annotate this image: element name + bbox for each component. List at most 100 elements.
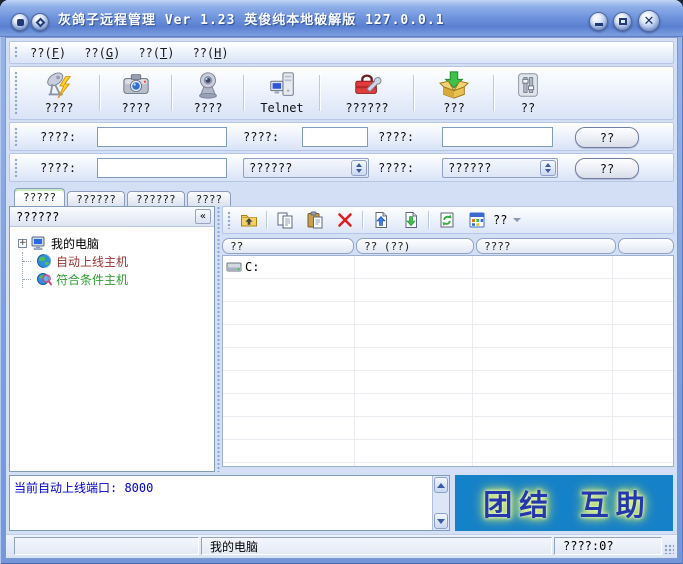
menu-help[interactable]: ??(H): [183, 44, 237, 62]
tab-other[interactable]: ????: [187, 191, 232, 206]
log-scrollbar[interactable]: [432, 476, 449, 530]
password-input[interactable]: [442, 127, 553, 147]
webcam-button[interactable]: ????: [175, 69, 241, 117]
status-panel-left: [14, 537, 199, 555]
config-server-button[interactable]: ??????: [323, 69, 411, 117]
title-bar[interactable]: 灰鸽子远程管理 Ver 1.23 英俊纯本地破解版 127.0.0.1 ✕: [0, 0, 683, 37]
tab-command[interactable]: ??????: [127, 191, 185, 206]
table-row-empty: [223, 371, 673, 394]
column-header-extra[interactable]: [618, 238, 674, 254]
field-label: ????:: [40, 130, 76, 144]
status-panel-location: 我的电脑: [201, 537, 552, 555]
drive-label: C:: [245, 260, 259, 274]
separator: [413, 75, 415, 111]
paste-button[interactable]: [300, 208, 330, 232]
apply-button[interactable]: ??: [575, 158, 639, 179]
minimize-button[interactable]: [589, 12, 608, 31]
online-host-globe-icon: [36, 253, 52, 269]
tree-item-my-computer[interactable]: + 我的电脑: [18, 234, 212, 252]
toolbar-grip[interactable]: [14, 158, 18, 177]
column-header-type[interactable]: ????: [476, 238, 616, 254]
tree-item-auto-online-hosts[interactable]: 自动上线主机: [23, 252, 212, 270]
separator: [99, 75, 101, 111]
banner-text: 团结 互助: [476, 482, 651, 524]
separator: [362, 211, 364, 229]
refresh-icon: [438, 211, 456, 229]
menu-manage[interactable]: ??(G): [75, 44, 129, 62]
file-list-header: ?? ?? (??) ????: [222, 238, 674, 255]
table-row-empty: [223, 440, 673, 463]
system-menu-button[interactable]: [11, 13, 29, 31]
separator: [493, 75, 495, 111]
field-label: ????:: [40, 161, 76, 175]
toolbar-grip[interactable]: [14, 71, 18, 115]
resize-grip[interactable]: [664, 544, 674, 554]
spinner-button[interactable]: [351, 160, 367, 176]
maximize-button[interactable]: [613, 12, 632, 31]
folder-up-button[interactable]: [234, 208, 264, 232]
menu-file[interactable]: ??(F): [21, 44, 75, 62]
navigate-button[interactable]: [31, 13, 49, 31]
column-header-size[interactable]: ?? (??): [356, 238, 474, 254]
webcam-icon: [193, 70, 223, 100]
window-title: 灰鸽子远程管理 Ver 1.23 英俊纯本地破解版 127.0.0.1: [58, 9, 445, 28]
connect-button[interactable]: ??: [575, 127, 639, 148]
scroll-up-button[interactable]: [434, 477, 448, 493]
ip-input[interactable]: [97, 127, 227, 147]
install-button[interactable]: ???: [417, 69, 491, 117]
collapse-panel-button[interactable]: «: [195, 209, 211, 224]
spin-up-icon: [545, 163, 551, 167]
upload-icon: [372, 211, 390, 229]
port-input[interactable]: [302, 127, 368, 147]
column-header-name[interactable]: ??: [222, 238, 354, 254]
auto-online-button[interactable]: ????: [21, 69, 97, 117]
view-mode-label: ??: [493, 213, 507, 227]
tab-remote-control[interactable]: ??????: [67, 191, 125, 206]
tab-file-manage[interactable]: ?????: [14, 188, 65, 206]
scroll-down-button[interactable]: [434, 513, 448, 529]
spinner-button[interactable]: [540, 160, 556, 176]
table-row[interactable]: C:: [223, 256, 673, 279]
connection-form-row-2: ????: ?????? ????: ?????? ??: [9, 153, 674, 182]
spin-down-icon: [356, 169, 362, 173]
promo-banner: 团结 互助: [455, 475, 673, 531]
tree-panel-title: ??????: [16, 210, 59, 224]
screen-capture-button[interactable]: ????: [103, 69, 169, 117]
panel-splitter[interactable]: [216, 206, 221, 472]
line-type-combo[interactable]: ??????: [442, 158, 558, 178]
copy-icon: [276, 211, 294, 229]
file-browser-panel: ?? ?? ?? (??) ????: [222, 206, 674, 472]
camera-icon: [121, 70, 151, 100]
dropdown-caret-icon[interactable]: [513, 218, 521, 222]
field-label: ????:: [378, 130, 414, 144]
download-button[interactable]: [396, 208, 426, 232]
upload-button[interactable]: [366, 208, 396, 232]
settings-button[interactable]: ??: [497, 69, 559, 117]
host-type-combo[interactable]: ??????: [243, 158, 369, 178]
copy-button[interactable]: [270, 208, 300, 232]
search-host-icon: [36, 271, 52, 287]
refresh-button[interactable]: [432, 208, 462, 232]
file-cell-extra: [613, 256, 673, 278]
delete-icon: [336, 211, 354, 229]
toolbar-grip[interactable]: [227, 211, 231, 229]
delete-button[interactable]: [330, 208, 360, 232]
menu-tools[interactable]: ??(T): [129, 44, 183, 62]
drive-icon: [226, 261, 242, 274]
domain-input[interactable]: [97, 158, 227, 178]
close-button[interactable]: ✕: [638, 10, 660, 32]
host-tree-panel: ?????? « + 我的电脑: [9, 206, 215, 472]
client-area: ??(F) ??(G) ??(T) ??(H) ????: [5, 37, 678, 559]
view-mode-button[interactable]: [462, 208, 492, 232]
log-panel[interactable]: 当前自动上线端口: 8000: [9, 475, 450, 531]
toolbar-grip[interactable]: [14, 127, 18, 146]
tree-children: 自动上线主机 符合条件主机: [22, 252, 212, 288]
tree-item-qualified-hosts[interactable]: 符合条件主机: [23, 270, 212, 288]
toolbar-button-label: Telnet: [260, 101, 303, 115]
expand-plus-icon[interactable]: +: [18, 239, 27, 248]
telnet-button[interactable]: Telnet: [247, 69, 317, 117]
menu-bar: ??(F) ??(G) ??(T) ??(H): [9, 41, 674, 64]
toolbar-grip[interactable]: [14, 46, 18, 59]
file-cell-size: [355, 256, 473, 278]
tree-item-label: 我的电脑: [51, 235, 99, 252]
